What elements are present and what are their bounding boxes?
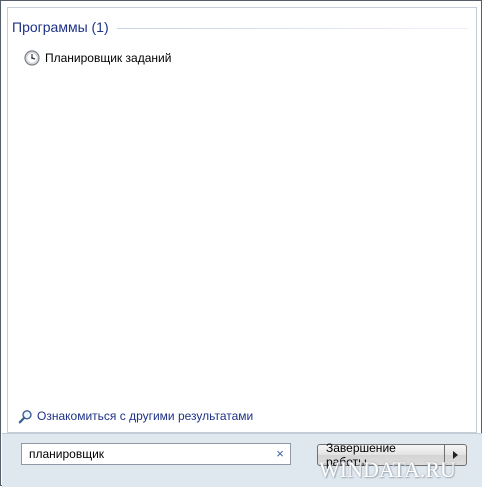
section-title: Программы (1)	[12, 19, 109, 35]
search-input[interactable]	[22, 444, 275, 464]
results-panel	[7, 7, 477, 433]
programs-section-header: Программы (1)	[12, 19, 468, 35]
magnifier-icon	[18, 409, 32, 423]
search-box[interactable]: ×	[21, 443, 291, 465]
more-results-label: Ознакомиться с другими результатами	[37, 409, 254, 423]
start-menu-window: Программы (1) Планировщик заданий Ознако…	[0, 0, 482, 487]
result-item-task-scheduler[interactable]: Планировщик заданий	[24, 49, 177, 67]
more-results-link[interactable]: Ознакомиться с другими результатами	[18, 408, 253, 424]
watermark: WINDATA.RU	[319, 457, 456, 482]
clear-search-icon[interactable]: ×	[274, 447, 286, 461]
result-label: Планировщик заданий	[45, 51, 172, 65]
section-divider	[116, 27, 468, 29]
clock-icon	[24, 50, 40, 66]
